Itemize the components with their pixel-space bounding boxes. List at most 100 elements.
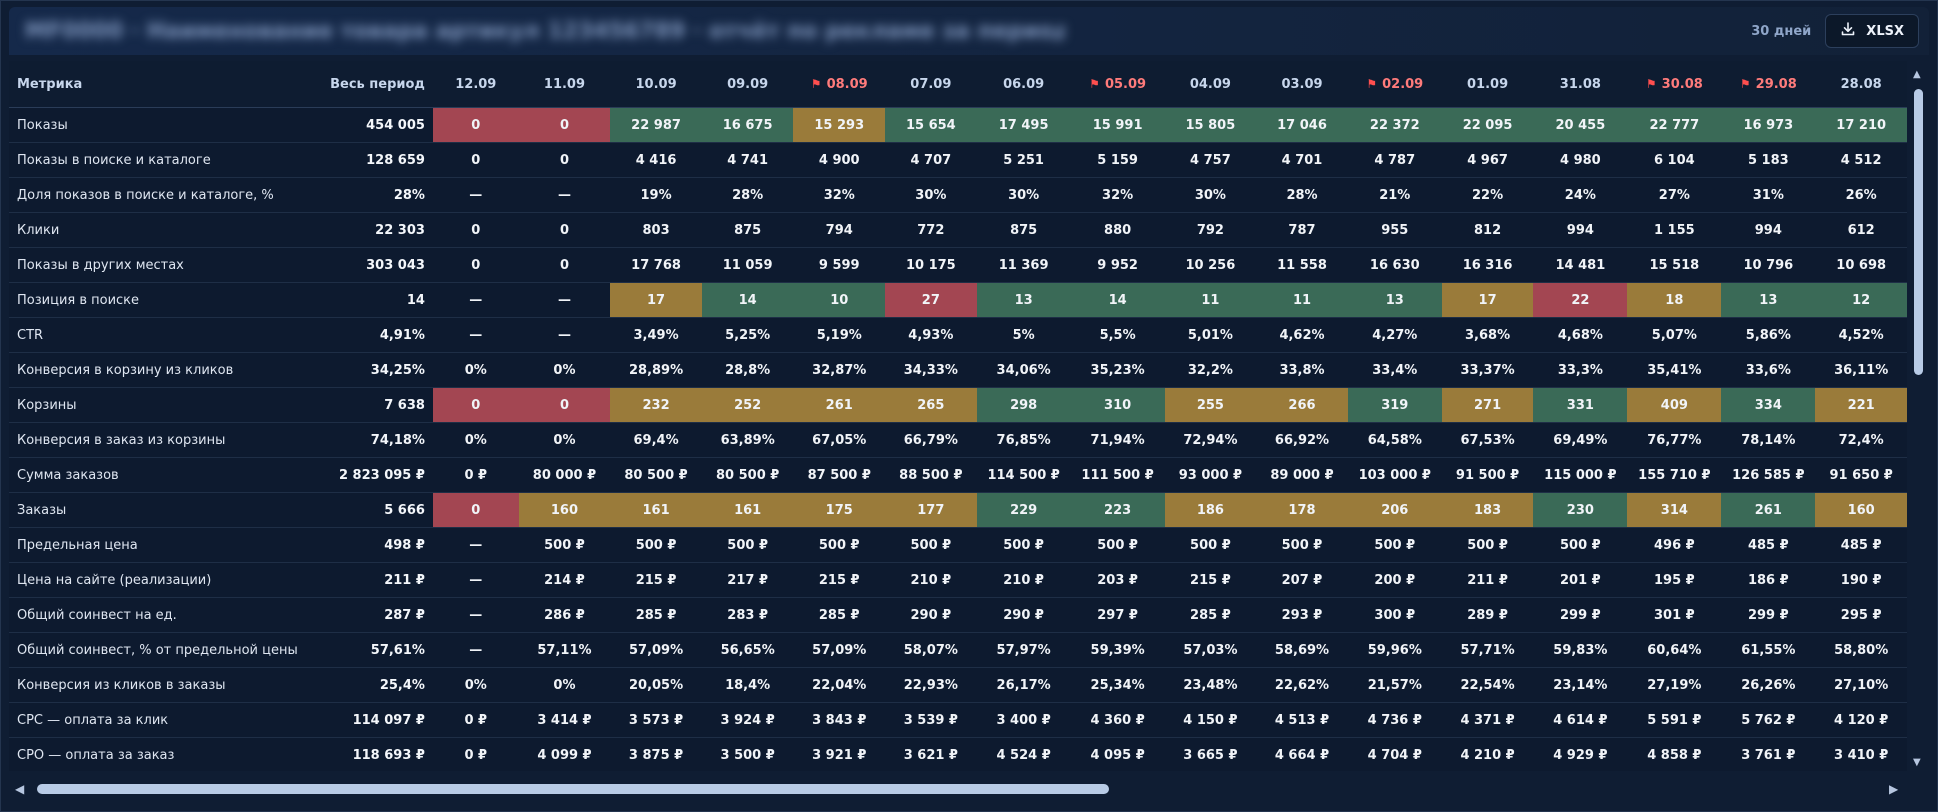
metric-value-cell: 20,05%: [610, 667, 702, 703]
column-date-label: 31.08: [1559, 76, 1601, 92]
metric-value-cell: 27,19%: [1627, 667, 1722, 703]
metric-value-cell: 4 416: [610, 142, 702, 178]
metric-value-cell: 4 524 ₽: [976, 737, 1071, 771]
column-header-date[interactable]: 31.08: [1533, 61, 1628, 108]
column-header-date[interactable]: 07.09: [885, 61, 977, 108]
flag-icon: ⚑: [1645, 76, 1657, 91]
metric-value-cell: 21,57%: [1347, 667, 1442, 703]
table-row: Конверсия в корзину из кликов 34,25% 0% 0% 2…: [9, 352, 1907, 388]
column-header-date[interactable]: 04.09: [1164, 61, 1257, 108]
metric-value-cell: 500 ₽: [610, 527, 702, 563]
metric-value-cell: 293 ₽: [1256, 597, 1348, 633]
column-header-metric[interactable]: Метрика: [9, 61, 323, 108]
metric-value-cell: 195 ₽: [1627, 562, 1722, 598]
metric-value-cell: 17: [1441, 282, 1534, 318]
column-header-date[interactable]: ⚑ 08.09: [793, 61, 886, 108]
metric-value-cell: 57,97%: [976, 632, 1071, 668]
metric-value-cell: 13: [1721, 282, 1816, 318]
table-row: CPC — оплата за клик 114 097 ₽0 ₽3 414 ₽3…: [9, 702, 1907, 738]
metric-total-cell: 303 043: [322, 247, 433, 283]
metric-value-cell: 17: [610, 282, 702, 318]
table-row: Конверсия в заказ из корзины 74,18% 0% 0% 69…: [9, 422, 1907, 458]
metric-value-cell: 9 599: [793, 247, 886, 283]
metric-value-cell: 58,69%: [1256, 632, 1348, 668]
scroll-down-icon[interactable]: ▼: [1913, 757, 1921, 768]
column-date-label: 09.09: [727, 76, 769, 92]
column-date-label: 04.09: [1189, 76, 1231, 92]
metric-value-cell: 301 ₽: [1627, 597, 1722, 633]
metric-value-cell: 310: [1070, 387, 1165, 423]
column-header-date[interactable]: 09.09: [701, 61, 794, 108]
metric-value-cell: 0: [432, 212, 519, 248]
metric-value-cell: 5,01%: [1164, 317, 1257, 353]
metric-value-cell: 59,83%: [1533, 632, 1628, 668]
metric-total-cell: 25,4%: [322, 667, 433, 703]
table-row: Клики 22 303 0 0 803 875 794 772 875 880 792 787 955…: [9, 212, 1907, 248]
metrics-table-scroll[interactable]: Метрика Весь период 12.09 11.09 10.09 09.09…: [9, 61, 1907, 771]
column-date-label: 08.09: [826, 76, 868, 92]
metric-value-cell: 880: [1070, 212, 1165, 248]
column-header-date[interactable]: ⚑ 29.08: [1721, 61, 1816, 108]
metric-value-cell: 4,27%: [1347, 317, 1442, 353]
table-row: CTR 4,91% — —3,49% 5,25% 5,19% 4,93% 5% 5,5% 5,01…: [9, 317, 1907, 353]
table-row: Сумма заказов 2 823 095 ₽0 ₽80 000 ₽80 50…: [9, 457, 1907, 493]
report-title: MF0000 · Наименование товара артикул 123…: [25, 18, 1065, 44]
metric-value-cell: 3,68%: [1441, 317, 1534, 353]
column-header-date[interactable]: 28.08: [1815, 61, 1907, 108]
metric-name-cell: Заказы: [9, 492, 323, 528]
export-xlsx-button[interactable]: XLSX: [1825, 14, 1919, 48]
column-header-date[interactable]: 11.09: [518, 61, 611, 108]
metric-value-cell: 232: [610, 387, 702, 423]
metric-value-cell: 207 ₽: [1256, 562, 1348, 598]
metric-value-cell: 289 ₽: [1441, 597, 1534, 633]
metric-value-cell: 31%: [1721, 177, 1816, 213]
metric-value-cell: 210 ₽: [976, 562, 1071, 598]
column-header-date[interactable]: 01.09: [1441, 61, 1534, 108]
scroll-left-icon[interactable]: ◀: [15, 782, 24, 796]
metric-value-cell: 210 ₽: [885, 562, 977, 598]
scroll-right-icon[interactable]: ▶: [1889, 782, 1898, 796]
metric-value-cell: 3 843 ₽: [793, 702, 886, 738]
table-row: Позиция в поиске 14— —17 14 10 27 13 14 11 11 13 17…: [9, 282, 1907, 318]
column-header-date[interactable]: 12.09: [432, 61, 519, 108]
metric-value-cell: 772: [885, 212, 977, 248]
metric-value-cell: 18: [1627, 282, 1722, 318]
metric-value-cell: 0%: [432, 352, 519, 388]
column-header-date[interactable]: ⚑ 02.09: [1347, 61, 1442, 108]
metric-value-cell: 16 675: [701, 107, 794, 143]
column-header-total[interactable]: Весь период: [322, 61, 433, 108]
column-header-date[interactable]: ⚑ 30.08: [1627, 61, 1722, 108]
column-header-date[interactable]: ⚑ 05.09: [1070, 61, 1165, 108]
column-header-date[interactable]: 10.09: [610, 61, 702, 108]
vertical-scrollbar[interactable]: ▲ ▼: [1911, 69, 1925, 769]
metric-value-cell: 4 858 ₽: [1627, 737, 1722, 771]
horizontal-scrollbar[interactable]: ◀ ▶: [9, 781, 1907, 797]
column-header-date[interactable]: 06.09: [976, 61, 1071, 108]
horizontal-scroll-thumb[interactable]: [37, 784, 1109, 794]
period-selector[interactable]: 30 дней: [1751, 24, 1811, 39]
metric-value-cell: 4 900: [793, 142, 886, 178]
metric-value-cell: 35,23%: [1070, 352, 1165, 388]
scroll-up-icon[interactable]: ▲: [1913, 69, 1921, 80]
metric-value-cell: 33,37%: [1441, 352, 1534, 388]
metric-value-cell: 11 369: [976, 247, 1071, 283]
metric-value-cell: 319: [1347, 387, 1442, 423]
metric-value-cell: —: [518, 177, 611, 213]
vertical-scroll-thumb[interactable]: [1914, 89, 1923, 375]
metric-value-cell: 30%: [885, 177, 977, 213]
download-icon: [1840, 21, 1856, 41]
column-header-date[interactable]: 03.09: [1256, 61, 1348, 108]
metric-value-cell: 72,4%: [1815, 422, 1907, 458]
metric-value-cell: 15 991: [1070, 107, 1165, 143]
metric-value-cell: 72,94%: [1164, 422, 1257, 458]
metric-value-cell: 23,14%: [1533, 667, 1628, 703]
metric-value-cell: —: [432, 597, 519, 633]
metric-value-cell: 3 875 ₽: [610, 737, 702, 771]
metric-value-cell: 297 ₽: [1070, 597, 1165, 633]
metric-value-cell: 5,19%: [793, 317, 886, 353]
metric-value-cell: 80 500 ₽: [701, 457, 794, 493]
metric-value-cell: 994: [1533, 212, 1628, 248]
metric-name-cell: Конверсия в заказ из корзины: [9, 422, 323, 458]
metric-value-cell: 28%: [1256, 177, 1348, 213]
metric-value-cell: 3 539 ₽: [885, 702, 977, 738]
